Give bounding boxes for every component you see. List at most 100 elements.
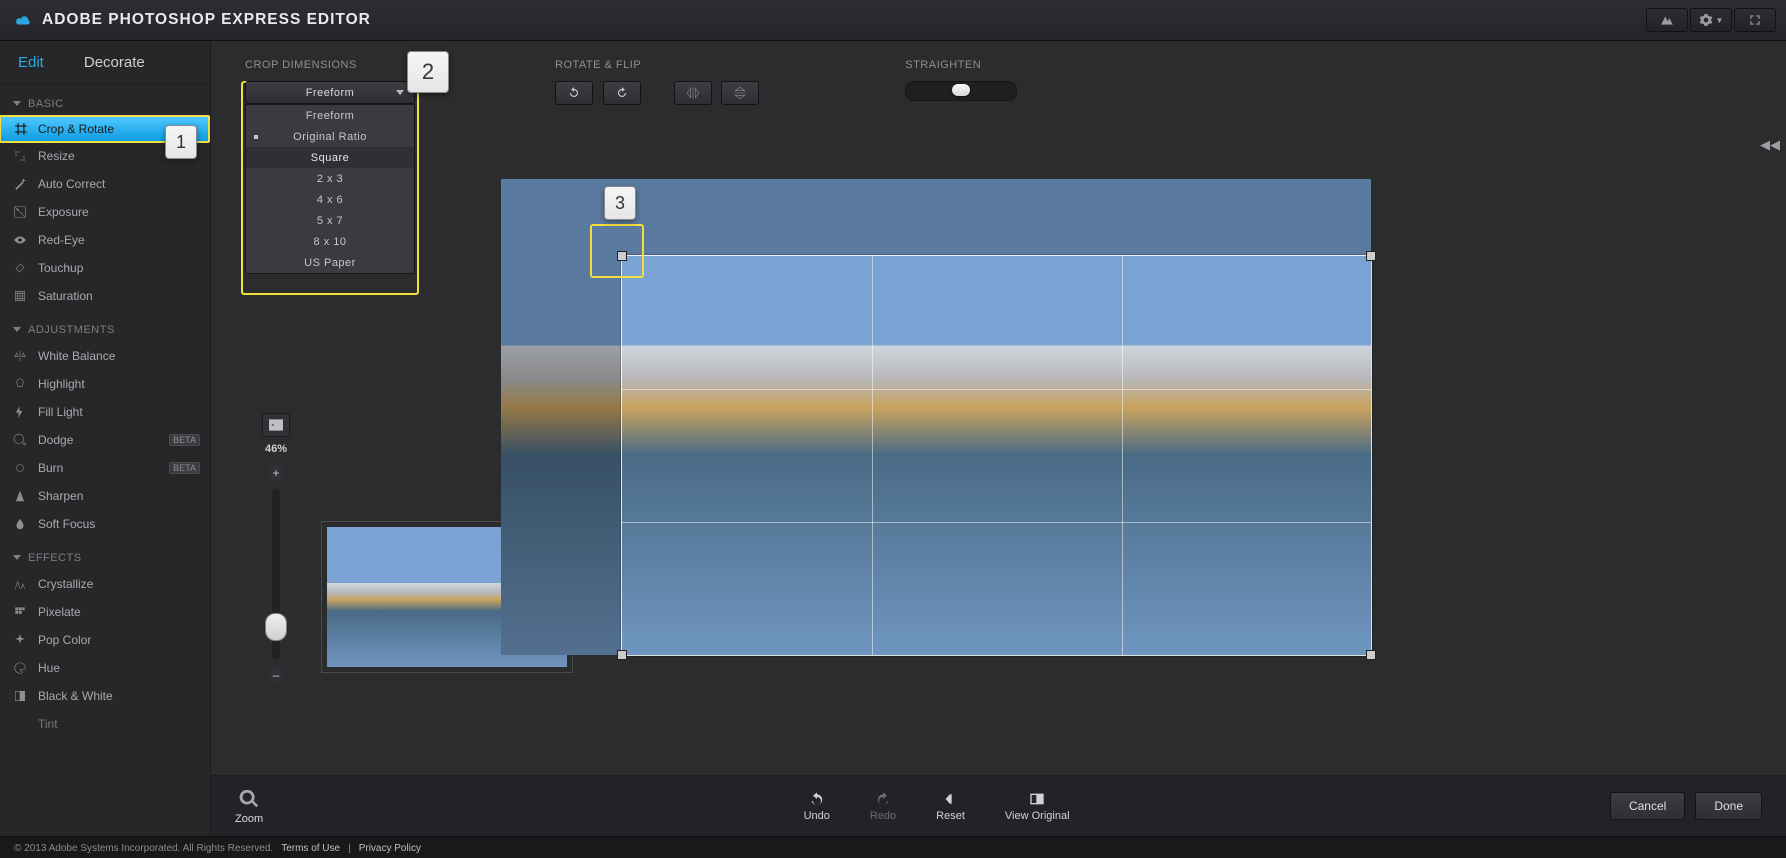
sidebar-item-crystallize[interactable]: Crystallize	[0, 570, 210, 598]
sidebar-item-bw[interactable]: Black & White	[0, 682, 210, 710]
flip-v-button[interactable]	[721, 81, 759, 105]
sidebar-item-whitebalance[interactable]: White Balance	[0, 342, 210, 370]
magnifier-icon	[238, 788, 260, 810]
eye-icon	[12, 232, 28, 248]
rotate-ccw-icon	[567, 86, 581, 100]
fullscreen-icon	[1748, 13, 1762, 27]
straighten-slider[interactable]	[905, 81, 1017, 101]
crop-dim-label: CROP DIMENSIONS	[245, 59, 415, 71]
bolt-icon	[12, 404, 28, 420]
sidebar-item-label: Highlight	[38, 377, 85, 391]
sidebar-item-filllight[interactable]: Fill Light	[0, 398, 210, 426]
crop-icon	[13, 121, 29, 137]
drop-icon	[12, 516, 28, 532]
sidebar: Edit Decorate 1 BASIC Crop & Rotate Resi…	[0, 41, 211, 836]
view-original-icon	[1028, 791, 1046, 807]
zoom-slider-thumb[interactable]	[265, 613, 287, 641]
sidebar-item-sharpen[interactable]: Sharpen	[0, 482, 210, 510]
sparkle-icon	[12, 632, 28, 648]
top-tool-1[interactable]	[1646, 8, 1688, 32]
beta-badge: BETA	[169, 462, 200, 474]
zoom-slider[interactable]	[272, 489, 280, 659]
sidebar-item-dodge[interactable]: Dodge BETA	[0, 426, 210, 454]
crop-handle-tl[interactable]	[617, 251, 627, 261]
workarea: 2 ◀◀ CROP DIMENSIONS Freeform Freeform O…	[211, 41, 1786, 836]
sidebar-item-hue[interactable]: Hue	[0, 654, 210, 682]
redo-button[interactable]: Redo	[870, 791, 896, 822]
sidebar-item-label: Tint	[38, 717, 58, 731]
canvas-image[interactable]: 3	[501, 179, 1371, 655]
status-sep: |	[348, 843, 351, 854]
zoom-percent: 46%	[241, 443, 311, 455]
sidebar-item-autocorrect[interactable]: Auto Correct	[0, 170, 210, 198]
reset-button[interactable]: Reset	[936, 791, 965, 822]
callout-1: 1	[165, 125, 197, 159]
rotate-ccw-button[interactable]	[555, 81, 593, 105]
zoom-fit-button[interactable]	[262, 413, 290, 437]
collapse-panel-icon[interactable]: ◀◀	[1760, 137, 1780, 153]
done-button[interactable]: Done	[1695, 792, 1762, 820]
flip-h-button[interactable]	[674, 81, 712, 105]
redo-icon	[874, 791, 892, 807]
straighten-label: STRAIGHTEN	[905, 59, 1017, 71]
sidebar-item-label: Burn	[38, 461, 63, 475]
sidebar-item-tint[interactable]: Tint	[0, 710, 210, 738]
sidebar-item-touchup[interactable]: Touchup	[0, 254, 210, 282]
rotate-cw-button[interactable]	[603, 81, 641, 105]
sidebar-item-label: Hue	[38, 661, 60, 675]
callout-2: 2	[407, 51, 449, 93]
sidebar-item-pixelate[interactable]: Pixelate	[0, 598, 210, 626]
square-half-icon	[12, 688, 28, 704]
privacy-link[interactable]: Privacy Policy	[359, 843, 421, 854]
top-settings-button[interactable]: ▼	[1690, 8, 1732, 32]
top-right-controls: ▼	[1646, 8, 1776, 32]
tab-edit[interactable]: Edit	[18, 54, 44, 71]
slider-thumb[interactable]	[952, 84, 970, 96]
sidebar-item-label: Resize	[38, 149, 75, 163]
tab-decorate[interactable]: Decorate	[84, 54, 145, 71]
sidebar-item-label: Crystallize	[38, 577, 93, 591]
sidebar-item-label: Fill Light	[38, 405, 83, 419]
zoom-out-button[interactable]: –	[268, 667, 284, 683]
app-logo: ADOBE PHOTOSHOP EXPRESS EDITOR	[14, 11, 371, 29]
crop-handle-bl[interactable]	[617, 650, 627, 660]
sidebar-item-label: Auto Correct	[38, 177, 105, 191]
tint-icon	[12, 716, 28, 732]
undo-button[interactable]: Undo	[804, 791, 830, 822]
logo-cloud-icon	[14, 12, 32, 28]
view-original-button[interactable]: View Original	[1005, 791, 1070, 822]
dd-item-freeform[interactable]: Freeform	[246, 105, 414, 126]
terms-link[interactable]: Terms of Use	[281, 843, 340, 854]
sidebar-item-saturation[interactable]: Saturation	[0, 282, 210, 310]
statusbar: © 2013 Adobe Systems Incorporated. All R…	[0, 836, 1786, 858]
crop-dim-dropdown[interactable]: Freeform Freeform Original Ratio Square …	[245, 81, 415, 104]
sidebar-item-burn[interactable]: Burn BETA	[0, 454, 210, 482]
sidebar-item-redeye[interactable]: Red-Eye	[0, 226, 210, 254]
sidebar-item-label: Dodge	[38, 433, 73, 447]
top-fullscreen-button[interactable]	[1734, 8, 1776, 32]
section-basic[interactable]: BASIC	[0, 84, 210, 116]
sidebar-item-popcolor[interactable]: Pop Color	[0, 626, 210, 654]
zoom-in-button[interactable]: +	[268, 465, 284, 481]
sidebar-item-highlight[interactable]: Highlight	[0, 370, 210, 398]
sidebar-item-label: Exposure	[38, 205, 89, 219]
crystal-icon	[12, 576, 28, 592]
sidebar-item-softfocus[interactable]: Soft Focus	[0, 510, 210, 538]
crop-handle-tr[interactable]	[1366, 251, 1376, 261]
sidebar-item-label: Soft Focus	[38, 517, 95, 531]
undo-icon	[808, 791, 826, 807]
sidebar-item-label: White Balance	[38, 349, 115, 363]
callout-3: 3	[604, 186, 636, 220]
zoom-tool[interactable]: Zoom	[235, 788, 263, 825]
reset-icon	[942, 791, 960, 807]
crop-rect[interactable]: 3	[621, 255, 1372, 656]
magnifier-icon	[12, 432, 28, 448]
sidebar-item-label: Sharpen	[38, 489, 83, 503]
crop-handle-br[interactable]	[1366, 650, 1376, 660]
cancel-button[interactable]: Cancel	[1610, 792, 1685, 820]
bulb-icon	[12, 376, 28, 392]
sidebar-item-exposure[interactable]: Exposure	[0, 198, 210, 226]
section-effects[interactable]: EFFECTS	[0, 538, 210, 570]
copyright-text: © 2013 Adobe Systems Incorporated. All R…	[14, 843, 273, 854]
section-adjustments[interactable]: ADJUSTMENTS	[0, 310, 210, 342]
